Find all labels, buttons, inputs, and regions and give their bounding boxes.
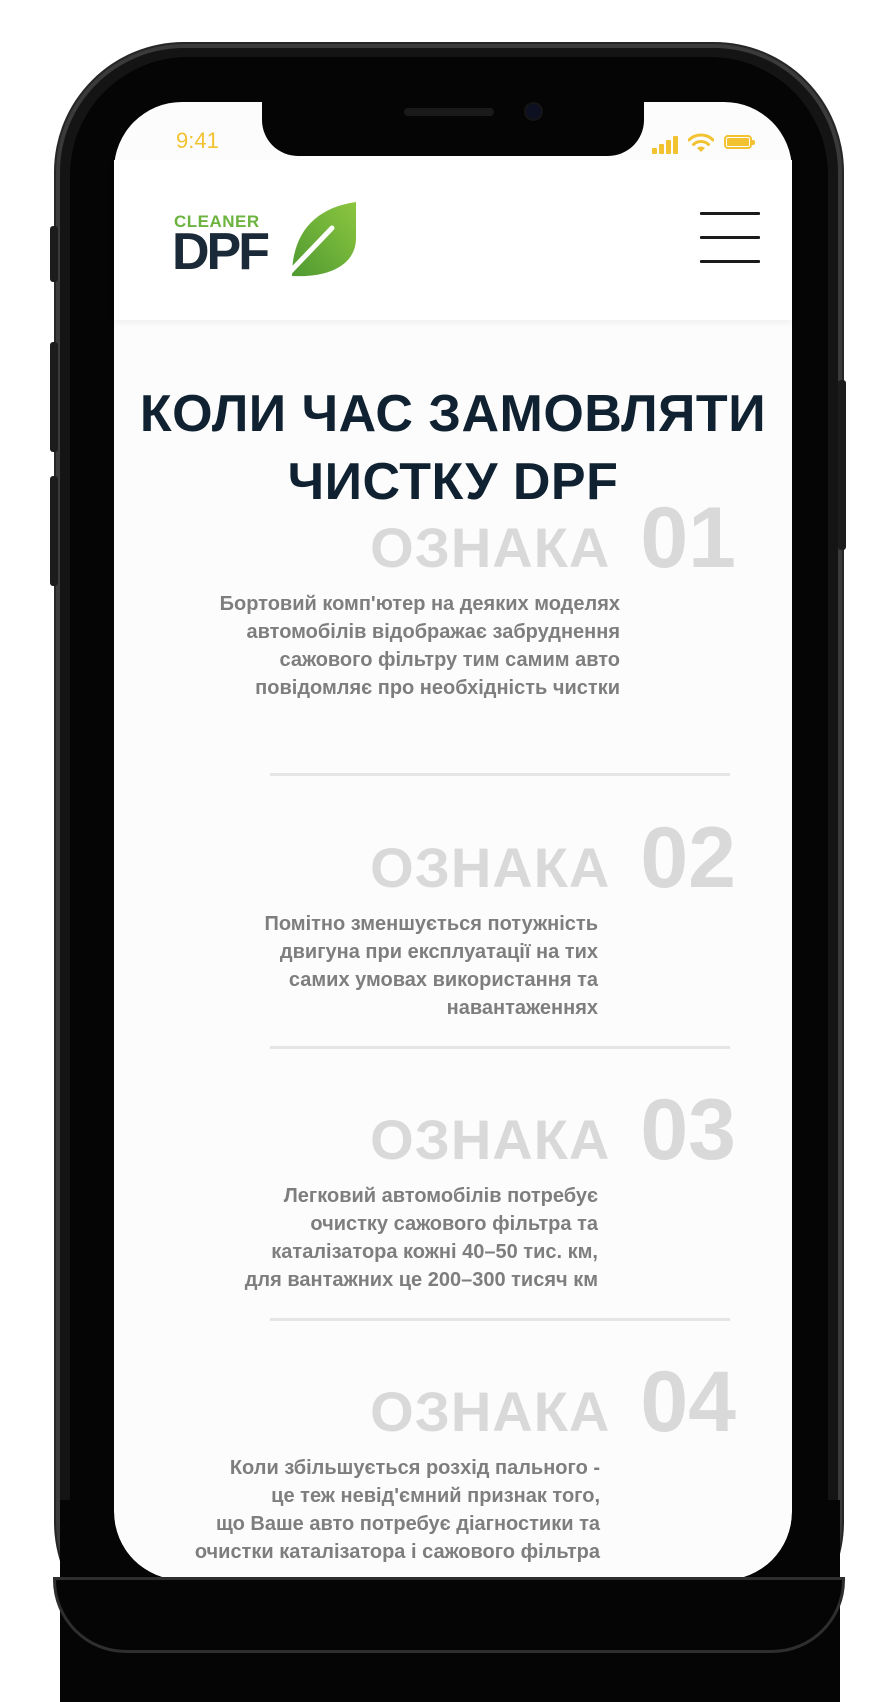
description-line: Коли збільшується розхід пального - xyxy=(229,1457,600,1479)
front-camera xyxy=(526,104,541,119)
sign-word: ОЗНАКА xyxy=(370,836,611,899)
sign-number: 04 xyxy=(640,1354,736,1450)
sign-word: ОЗНАКА xyxy=(370,1380,611,1443)
sign-word: ОЗНАКА xyxy=(370,1108,611,1171)
sign-heading: ОЗНАКА 03 xyxy=(176,1082,736,1178)
volume-down-button xyxy=(50,476,58,586)
wifi-icon xyxy=(688,133,714,152)
sign-heading: ОЗНАКА 04 xyxy=(136,1354,736,1450)
speaker-grille xyxy=(404,108,494,116)
description-line: очистки каталізатора і сажового фільтра xyxy=(194,1541,600,1563)
description-line: що Ваше авто потребує діагностики та xyxy=(216,1513,600,1535)
sign-word: ОЗНАКА xyxy=(370,516,611,579)
description-line: Бортовий комп'ютер на деяких моделях xyxy=(219,593,620,615)
sign-item-1: ОЗНАКА 01 Бортовий комп'ютер на деяких м… xyxy=(196,490,736,702)
description-line: це теж невід'ємний признак того, xyxy=(271,1485,600,1507)
sign-description: Помітно зменшується потужність двигуна п… xyxy=(176,910,598,1022)
divider xyxy=(270,1046,730,1049)
description-line: самих умовах використання та xyxy=(288,969,598,991)
sign-description: Бортовий комп'ютер на деяких моделях авт… xyxy=(196,590,620,702)
description-line: навантаженнях xyxy=(446,997,598,1019)
description-line: для вантажних це 200–300 тисяч км xyxy=(244,1269,598,1291)
logo[interactable]: CLEANER DPF xyxy=(172,200,356,281)
sign-number: 01 xyxy=(640,490,736,586)
logo-leaf-icon xyxy=(285,202,356,277)
description-line: очистку сажового фільтра та xyxy=(310,1213,598,1235)
sign-description: Легковий автомобілів потребує очистку са… xyxy=(176,1182,598,1294)
signal-icon xyxy=(652,134,680,154)
sign-description: Коли збільшується розхід пального - це т… xyxy=(136,1454,600,1566)
sign-item-3: ОЗНАКА 03 Легковий автомобілів потребує … xyxy=(176,1082,736,1294)
sign-item-2: ОЗНАКА 02 Помітно зменшується потужність… xyxy=(176,810,736,1022)
description-line: каталізатора кожні 40–50 тис. км, xyxy=(271,1241,598,1263)
volume-up-button xyxy=(50,342,58,452)
battery-icon xyxy=(724,135,755,149)
sign-number: 02 xyxy=(640,810,736,906)
sign-heading: ОЗНАКА 01 xyxy=(196,490,736,586)
status-time: 9:41 xyxy=(176,128,219,153)
description-line: Легковий автомобілів потребує xyxy=(283,1185,598,1207)
divider xyxy=(270,1318,730,1321)
description-line: автомобілів відображає забруднення xyxy=(246,621,620,643)
description-line: двигуна при експлуатації на тих xyxy=(279,941,598,963)
logo-dpf-text: DPF xyxy=(172,223,270,281)
silent-switch xyxy=(50,226,58,282)
sign-item-4: ОЗНАКА 04 Коли збільшується розхід пальн… xyxy=(136,1354,736,1566)
divider xyxy=(270,773,730,776)
sign-number: 03 xyxy=(640,1082,736,1178)
power-button xyxy=(838,380,846,550)
description-line: сажового фільтру тим самим авто xyxy=(279,649,620,671)
description-line: повідомляє про необхідність чистки xyxy=(255,677,620,699)
sign-heading: ОЗНАКА 02 xyxy=(176,810,736,906)
title-line-1: КОЛИ ЧАС ЗАМОВЛЯТИ xyxy=(139,385,767,443)
hamburger-menu-icon[interactable] xyxy=(700,212,762,268)
phone-chin xyxy=(56,1580,842,1650)
description-line: Помітно зменшується потужність xyxy=(264,913,598,935)
